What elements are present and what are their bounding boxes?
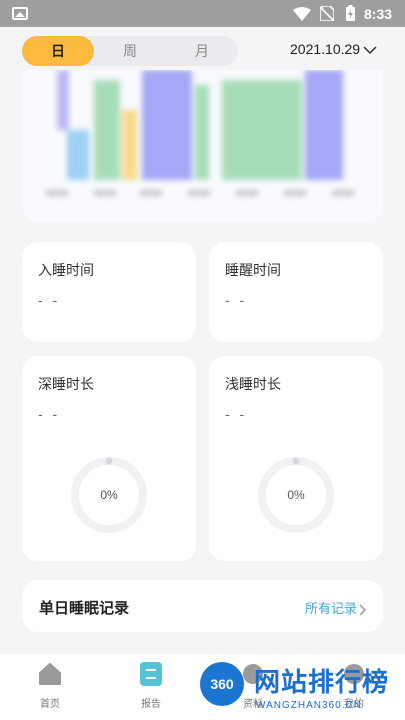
tab-week[interactable]: 周: [94, 36, 166, 66]
all-records-link[interactable]: 所有记录: [305, 598, 367, 617]
chart-bar: [305, 70, 343, 180]
chevron-down-icon: [363, 46, 377, 54]
light-sleep-ring: 0%: [256, 455, 336, 535]
clock: 8:33: [364, 6, 393, 22]
sleep-time-value: - -: [38, 292, 61, 308]
tick-label: [140, 190, 162, 196]
daily-record-row[interactable]: 单日睡眠记录 所有记录: [22, 580, 383, 632]
light-sleep-label: 浅睡时长: [225, 376, 281, 392]
tick-label: [332, 190, 354, 196]
watermark: 360 网站排行榜 WANGZHAN360.CN: [196, 656, 405, 720]
wifi-icon: [293, 7, 311, 21]
tab-day[interactable]: 日: [22, 36, 94, 66]
nav-report-label: 报告: [141, 699, 161, 710]
light-sleep-card: 浅睡时长 - - 0%: [209, 356, 383, 561]
home-icon: [39, 663, 61, 685]
tab-month[interactable]: 月: [166, 36, 238, 66]
tick-label: [46, 190, 68, 196]
tick-label: [236, 190, 258, 196]
sleep-chart: [22, 70, 383, 223]
watermark-title: 网站排行榜: [254, 667, 390, 697]
deep-sleep-value: - -: [38, 406, 61, 422]
wake-time-card: 睡醒时间 - -: [209, 242, 383, 342]
wake-time-value: - -: [225, 292, 248, 308]
status-bar: 8:33: [0, 0, 405, 27]
sleep-stage-chart: [46, 70, 354, 196]
sleep-time-label: 入睡时间: [38, 262, 94, 278]
watermark-badge: 360: [200, 662, 244, 706]
tick-label: [284, 190, 306, 196]
chart-bar: [122, 110, 137, 180]
wake-time-label: 睡醒时间: [225, 262, 281, 278]
chart-bar: [94, 80, 120, 180]
tick-label: [188, 190, 210, 196]
nav-home[interactable]: 首页: [20, 662, 80, 710]
light-sleep-percent: 0%: [287, 488, 305, 502]
all-records-label: 所有记录: [304, 601, 357, 616]
daily-record-title: 单日睡眠记录: [39, 600, 130, 617]
deep-sleep-percent: 0%: [100, 488, 118, 502]
battery-icon: [346, 5, 355, 21]
period-tabs: 日 周 月: [22, 36, 238, 66]
chart-bar: [67, 130, 89, 180]
chart-bar: [57, 70, 69, 130]
light-sleep-value: - -: [225, 406, 248, 422]
chart-bar: [222, 80, 302, 180]
chart-bar: [195, 85, 209, 180]
deep-sleep-card: 深睡时长 - - 0%: [22, 356, 196, 561]
watermark-url: WANGZHAN360.CN: [256, 700, 362, 711]
deep-sleep-label: 深睡时长: [38, 376, 94, 392]
date-picker[interactable]: 2021.10.29: [290, 41, 377, 63]
nav-report[interactable]: 报告: [121, 662, 181, 710]
tick-label: [94, 190, 116, 196]
nav-home-label: 首页: [40, 699, 60, 710]
sleep-time-card: 入睡时间 - -: [22, 242, 196, 342]
deep-sleep-ring: 0%: [69, 455, 149, 535]
image-icon: [12, 7, 28, 20]
date-label: 2021.10.29: [290, 41, 361, 57]
chart-bar: [142, 70, 192, 180]
no-sim-icon: [320, 6, 334, 21]
chevron-right-icon: [359, 604, 367, 616]
report-icon: [140, 662, 162, 686]
